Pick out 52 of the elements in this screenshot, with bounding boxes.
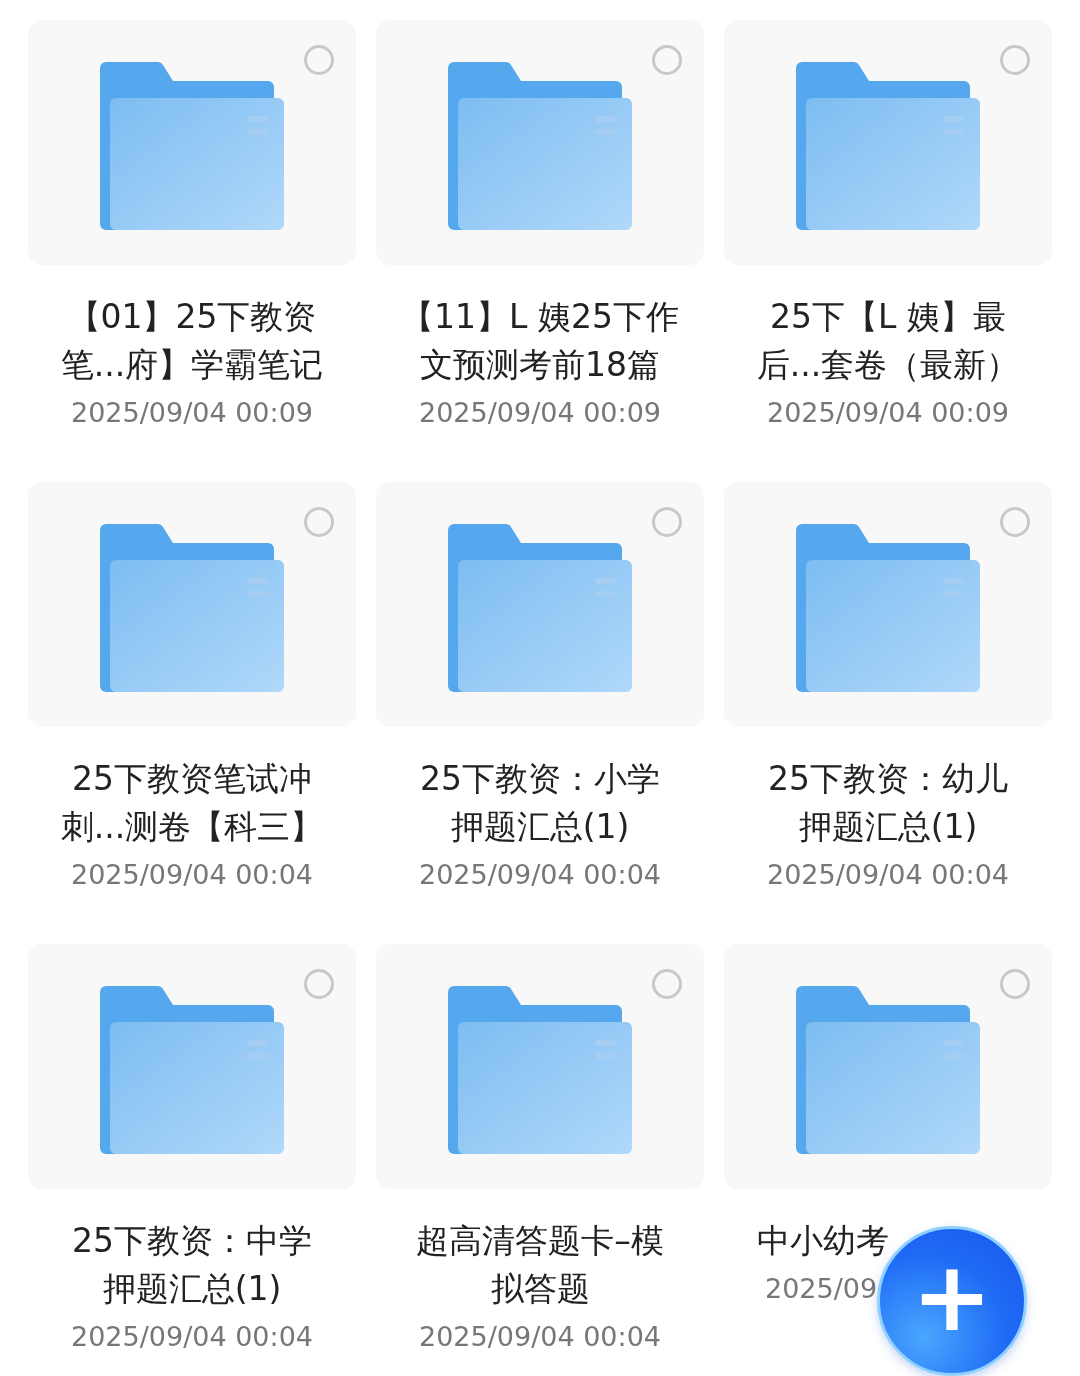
select-radio[interactable]	[1000, 969, 1030, 999]
folder-date: 2025/09	[765, 1272, 878, 1306]
folder-name: 刺...测卷【科三】	[60, 806, 324, 848]
folder-name: 文预测考前18篇	[420, 344, 660, 386]
folder-name: 【01】25下教资	[67, 296, 317, 338]
select-radio[interactable]	[652, 507, 682, 537]
folder-icon	[796, 524, 980, 692]
folder-name: 拟答题	[490, 1268, 590, 1310]
folder-name: 25下教资：中学	[72, 1220, 312, 1262]
folder-name: 超高清答题卡–模	[416, 1220, 664, 1262]
folder-name: 25下教资笔试冲	[72, 758, 312, 800]
folder-name: 笔...府】学霸笔记	[60, 344, 324, 386]
folder-thumbnail[interactable]	[28, 944, 356, 1189]
folder-icon	[796, 62, 980, 230]
folder-name: 【11】L 姨25下作	[401, 296, 679, 338]
select-radio[interactable]	[304, 969, 334, 999]
folder-date: 2025/09/04 00:04	[419, 858, 661, 892]
select-radio[interactable]	[652, 45, 682, 75]
folder-icon	[100, 524, 284, 692]
folder-thumbnail[interactable]	[724, 944, 1052, 1189]
folder-date: 2025/09/04 00:09	[419, 396, 661, 430]
select-radio[interactable]	[652, 969, 682, 999]
select-radio[interactable]	[1000, 507, 1030, 537]
folder-date: 2025/09/04 00:04	[767, 858, 1009, 892]
folder-name: 25下教资：小学	[420, 758, 660, 800]
folder-icon	[448, 524, 632, 692]
folder-name: 押题汇总(1)	[798, 806, 978, 848]
folder-date: 2025/09/04 00:09	[71, 396, 313, 430]
select-radio[interactable]	[304, 507, 334, 537]
folder-name: 押题汇总(1)	[102, 1268, 282, 1310]
folder-icon	[100, 62, 284, 230]
folder-icon	[796, 986, 980, 1154]
select-radio[interactable]	[1000, 45, 1030, 75]
folder-thumbnail[interactable]	[376, 20, 704, 265]
folder-name: 后...套卷（最新）	[756, 344, 1020, 386]
folder-date: 2025/09/04 00:04	[71, 1320, 313, 1354]
folder-date: 2025/09/04 00:09	[767, 396, 1009, 430]
folder-name: 押题汇总(1)	[450, 806, 630, 848]
folder-thumbnail[interactable]	[376, 482, 704, 727]
folder-thumbnail[interactable]	[28, 482, 356, 727]
folder-thumbnail[interactable]	[724, 20, 1052, 265]
folder-thumbnail[interactable]	[724, 482, 1052, 727]
folder-icon	[448, 62, 632, 230]
folder-thumbnail[interactable]	[376, 944, 704, 1189]
select-radio[interactable]	[304, 45, 334, 75]
folder-date: 2025/09/04 00:04	[71, 858, 313, 892]
folder-thumbnail[interactable]	[28, 20, 356, 265]
folder-name: 25下教资：幼儿	[768, 758, 1008, 800]
folder-icon	[100, 986, 284, 1154]
folder-icon	[448, 986, 632, 1154]
folder-date: 2025/09/04 00:04	[419, 1320, 661, 1354]
folder-name: 25下【L 姨】最	[770, 296, 1006, 338]
